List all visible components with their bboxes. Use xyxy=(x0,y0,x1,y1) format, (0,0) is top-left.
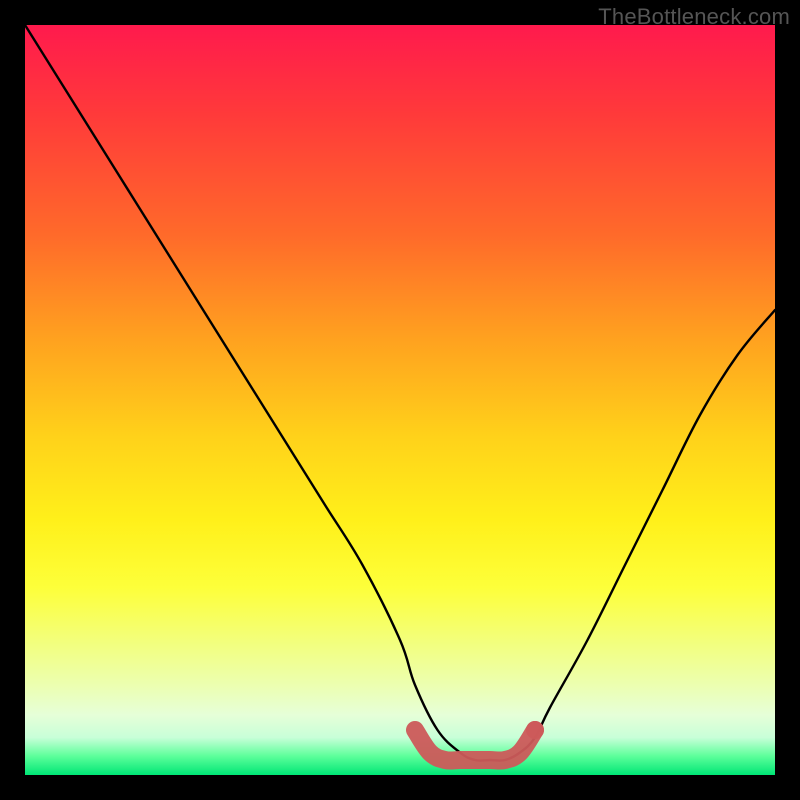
bottleneck-curve-path xyxy=(25,25,775,761)
chart-svg xyxy=(25,25,775,775)
attribution-label: TheBottleneck.com xyxy=(598,4,790,30)
chart-frame xyxy=(25,25,775,775)
optimal-range-end-dot xyxy=(526,721,544,739)
optimal-range-path xyxy=(415,730,535,761)
